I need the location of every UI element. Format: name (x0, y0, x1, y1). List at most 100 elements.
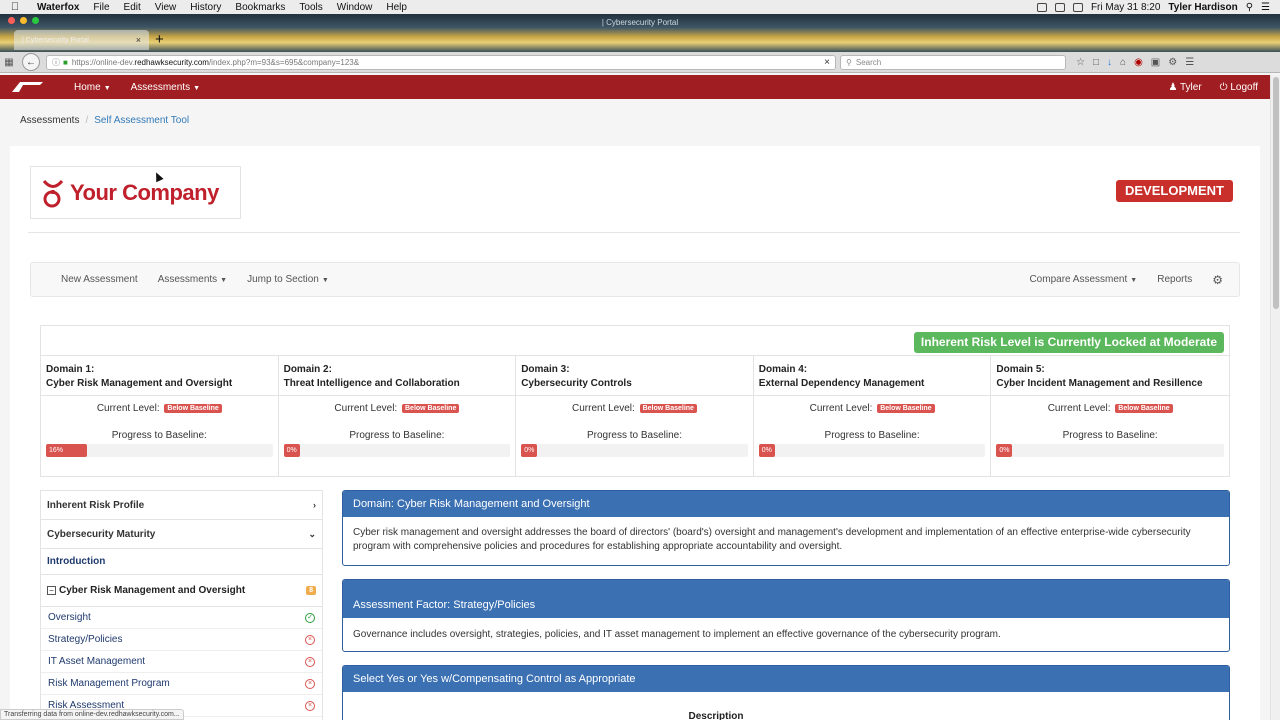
progress-bar: 0% (283, 444, 511, 457)
progress-fill: 0% (521, 444, 538, 457)
screen-record-icon[interactable] (1036, 2, 1047, 12)
select-card-title: Select Yes or Yes w/Compensating Control… (343, 666, 1229, 692)
wifi-icon[interactable] (1054, 2, 1065, 12)
menu-history[interactable]: History (183, 2, 228, 13)
collapse-icon[interactable]: − (47, 586, 56, 595)
reports-link[interactable]: Reports (1157, 274, 1192, 285)
page-scrollbar[interactable] (1270, 75, 1280, 720)
domain-card: Domain: Cyber Risk Management and Oversi… (342, 490, 1230, 566)
breadcrumb-current[interactable]: Self Assessment Tool (94, 115, 189, 126)
tab-close-icon[interactable]: × (136, 35, 141, 45)
sidebar-subitem[interactable]: IT Asset Management × (41, 651, 322, 673)
level-badge: Below Baseline (1115, 404, 1173, 413)
chevron-down-icon: ▼ (193, 84, 201, 92)
domain-column: Domain 4: External Dependency Management C… (753, 356, 992, 477)
menu-window[interactable]: Window (330, 2, 380, 13)
breadcrumb: Assessments / Self Assessment Tool (20, 115, 189, 126)
breadcrumb-assessments[interactable]: Assessments (20, 115, 79, 126)
reading-list-icon[interactable]: □ (1093, 57, 1099, 68)
nav-user[interactable]: ♟ Tyler (1168, 82, 1201, 93)
tab-title: | Cybersecurity Portal (22, 36, 89, 44)
progress-fill: 16% (46, 444, 88, 457)
chevron-down-icon: ▼ (1130, 277, 1138, 284)
app-logo-icon[interactable] (10, 80, 44, 94)
nav-home-label: Home (74, 81, 101, 93)
url-path: /index.php?m=93&s=695&company=123& (208, 57, 360, 67)
compare-assessment-label: Compare Assessment (1029, 274, 1128, 285)
bookmark-star-icon[interactable]: ☆ (1076, 57, 1085, 68)
sidebar-cybersecurity-maturity[interactable]: Cybersecurity Maturity ⌄ (41, 520, 322, 549)
info-icon[interactable]: ⓘ (52, 57, 60, 68)
ublock-icon[interactable]: ◉ (1134, 57, 1143, 68)
domain-header: Domain 5: Cyber Incident Management and R… (991, 356, 1229, 396)
settings-gear-icon[interactable]: ⚙ (1168, 57, 1177, 68)
notification-center-icon[interactable]: ☰ (1261, 2, 1270, 13)
gear-icon[interactable]: ⚙ (1212, 273, 1223, 287)
domain-column: Domain 2: Threat Intelligence and Collabo… (278, 356, 517, 477)
sidebar-subitem[interactable]: Strategy/Policies × (41, 629, 322, 651)
breadcrumb-separator: / (85, 115, 89, 126)
x-circle-icon: × (305, 656, 315, 667)
home-icon[interactable]: ⌂ (1120, 57, 1126, 68)
back-button[interactable]: ← (22, 53, 40, 71)
url-bar[interactable]: ⓘ ■ https://online-dev. redhawksecurity.c… (46, 54, 836, 70)
new-assessment-link[interactable]: New Assessment (61, 274, 138, 285)
compare-assessment-dropdown[interactable]: Compare Assessment ▼ (1029, 274, 1137, 285)
jump-to-section-dropdown[interactable]: Jump to Section ▼ (247, 274, 329, 285)
downloads-icon[interactable]: ↓ (1107, 57, 1112, 68)
x-circle-icon: × (305, 700, 315, 711)
browser-search-input[interactable]: ⚲ Search (840, 54, 1066, 70)
sidebar-inherent-risk-profile[interactable]: Inherent Risk Profile › (41, 491, 322, 520)
menu-view[interactable]: View (148, 2, 184, 13)
menubar-datetime[interactable]: Fri May 31 8:20 (1091, 2, 1160, 13)
new-tab-button[interactable]: + (155, 30, 164, 50)
domain-name: External Dependency Management (758, 378, 925, 389)
domain-header: Domain 3: Cybersecurity Controls (516, 356, 753, 396)
sidebar-item-label: Inherent Risk Profile (47, 499, 145, 511)
menubar-tray: Fri May 31 8:20 Tyler Hardison ⚲ ☰ (1036, 2, 1280, 13)
current-level-label: Current Level: (1047, 403, 1111, 414)
menu-edit[interactable]: Edit (117, 2, 148, 13)
sidebar-subitem-label: Oversight (48, 612, 91, 623)
domain-header: Domain 4: External Dependency Management (753, 356, 991, 396)
menu-tools[interactable]: Tools (292, 2, 329, 13)
browser-tab[interactable]: | Cybersecurity Portal × (14, 30, 149, 50)
sidebar-toggle-icon[interactable]: ▦ (0, 57, 18, 68)
sidebar-subitem-label: IT Asset Management (48, 656, 146, 667)
current-level-label: Current Level: (572, 403, 635, 414)
hamburger-menu-icon[interactable]: ☰ (1185, 57, 1194, 68)
nav-assessments[interactable]: Assessments ▼ (131, 82, 200, 93)
sidebar-introduction[interactable]: Introduction (41, 549, 322, 575)
scrollbar-thumb[interactable] (1273, 77, 1279, 309)
select-card: Select Yes or Yes w/Compensating Control… (342, 665, 1230, 720)
menu-app-name[interactable]: Waterfox (30, 2, 86, 13)
sidebar-subitem[interactable]: Risk Management Program × (41, 673, 322, 695)
company-name: Your Company (70, 179, 219, 205)
domain-column: Domain 1: Cyber Risk Management and Overs… (41, 356, 279, 477)
battery-icon[interactable] (1072, 2, 1083, 12)
menu-help[interactable]: Help (379, 2, 414, 13)
stop-loading-icon[interactable]: × (824, 57, 830, 68)
domain-columns: Domain 1: Cyber Risk Management and Overs… (41, 355, 1229, 477)
sidebar-subitem[interactable]: Oversight ✓ (41, 607, 322, 629)
domain-number: Domain 3: (521, 364, 570, 375)
url-host: redhawksecurity.com (134, 57, 209, 67)
search-placeholder: Search (855, 57, 882, 67)
apple-icon[interactable]:  (0, 1, 30, 13)
sidebar-section-header[interactable]: − Cyber Risk Management and Oversight 8 (41, 575, 322, 607)
menu-file[interactable]: File (86, 2, 116, 13)
chevron-down-icon: ⌄ (308, 528, 316, 539)
nav-logoff[interactable]: ⏻ Logoff (1220, 82, 1258, 93)
domain-number: Domain 4: (758, 364, 808, 375)
menu-bookmarks[interactable]: Bookmarks (228, 2, 292, 13)
domain-name: Threat Intelligence and Collaboration (283, 378, 460, 389)
user-icon: ♟ (1168, 81, 1180, 93)
spotlight-icon[interactable]: ⚲ (1246, 2, 1253, 13)
assessments-dropdown[interactable]: Assessments ▼ (158, 274, 227, 285)
factor-card-text: Governance includes oversight, strategie… (353, 629, 1001, 640)
extension-icon[interactable]: ▣ (1151, 57, 1160, 68)
assessments-dropdown-label: Assessments (157, 274, 218, 285)
nav-home[interactable]: Home ▼ (74, 82, 111, 93)
environment-badge: DEVELOPMENT (1116, 180, 1233, 202)
menubar-user[interactable]: Tyler Hardison (1168, 2, 1237, 13)
